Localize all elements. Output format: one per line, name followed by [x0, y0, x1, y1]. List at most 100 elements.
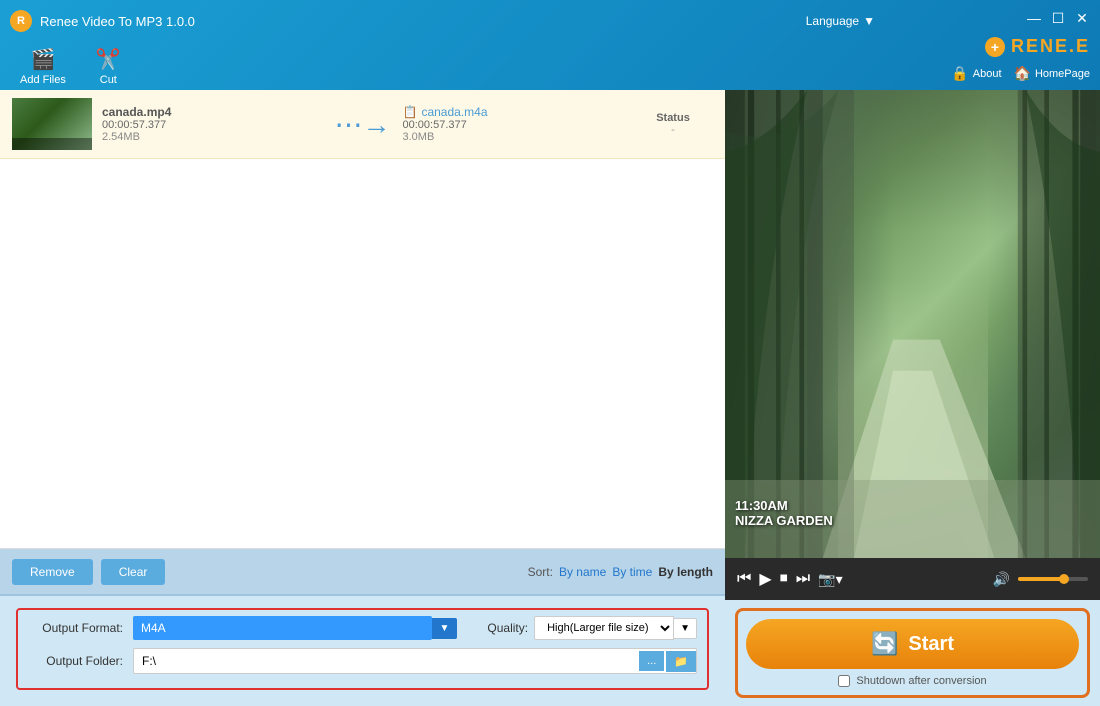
thumb-overlay — [12, 138, 92, 150]
input-file-duration: 00:00:57.377 — [102, 119, 323, 131]
output-file-info: 📋 canada.m4a 00:00:57.377 3.0MB — [403, 105, 624, 143]
table-row: canada.mp4 00:00:57.377 2.54MB ⋯→ 📋 cana… — [0, 90, 725, 159]
folder-settings-row: Output Folder: ... 📁 — [28, 648, 697, 674]
format-arrow-icon: ▼ — [432, 618, 458, 639]
format-row: Output Format: M4A MP3 AAC WAV FLAC ▼ Qu… — [16, 608, 709, 690]
folder-input-container: ... 📁 — [133, 648, 697, 674]
input-file-name: canada.mp4 — [102, 105, 323, 119]
add-files-button[interactable]: 🎬 Add Files — [20, 47, 66, 86]
bottom-controls: Remove Clear Sort: By name By time By le… — [0, 549, 725, 594]
maximize-button[interactable]: ☐ — [1050, 10, 1066, 26]
volume-thumb — [1059, 574, 1069, 584]
about-icon: 🔒 — [951, 65, 968, 82]
skip-forward-button[interactable]: ⏭ — [796, 570, 810, 588]
browse-button[interactable]: ... — [639, 651, 664, 671]
app-logo: R — [10, 10, 32, 32]
file-icon: 📋 — [403, 105, 418, 119]
homepage-button[interactable]: 🏠 HomePage — [1014, 65, 1090, 82]
refresh-icon: 🔄 — [871, 631, 898, 657]
volume-icon: 🔊 — [993, 571, 1010, 588]
format-select-container: M4A MP3 AAC WAV FLAC ▼ — [133, 616, 457, 640]
quality-area: Quality: High(Larger file size) Medium L… — [487, 616, 697, 640]
output-format-label: Output Format: — [28, 621, 123, 635]
clear-button[interactable]: Clear — [101, 559, 166, 585]
window-controls: — ☐ ✕ — [1026, 10, 1090, 26]
about-label: About — [973, 68, 1002, 80]
sort-area: Sort: By name By time By length — [528, 565, 713, 579]
video-location-text: NIZZA GARDEN — [735, 513, 833, 528]
input-file-size: 2.54MB — [102, 131, 323, 143]
video-scene-svg — [725, 90, 1100, 558]
shutdown-row: Shutdown after conversion — [838, 675, 986, 687]
cut-button[interactable]: ✂️ Cut — [96, 47, 121, 86]
volume-slider[interactable] — [1018, 577, 1088, 581]
shutdown-checkbox[interactable] — [838, 675, 850, 687]
stop-button[interactable]: ⏹ — [780, 570, 788, 588]
video-preview: 11:30AM NIZZA GARDEN — [725, 90, 1100, 558]
start-button[interactable]: 🔄 Start — [746, 619, 1079, 669]
right-panel: 11:30AM NIZZA GARDEN ⏮ ▶ ⏹ ⏭ 📷▾ 🔊 — [725, 90, 1100, 706]
video-section: 11:30AM NIZZA GARDEN ⏮ ▶ ⏹ ⏭ 📷▾ 🔊 — [725, 90, 1100, 600]
status-badge: - — [633, 124, 713, 136]
sort-label: Sort: — [528, 565, 553, 579]
status-label: Status — [633, 112, 713, 124]
rene-brand: + RENE.E — [985, 36, 1090, 57]
folder-input[interactable] — [134, 649, 639, 673]
language-btn[interactable]: Language ▼ — [806, 14, 875, 28]
titlebar: R Renee Video To MP3 1.0.0 Language ▼ — [0, 0, 915, 42]
nav-links: 🔒 About 🏠 HomePage — [951, 65, 1090, 82]
sort-by-length-link[interactable]: By length — [658, 565, 713, 579]
about-button[interactable]: 🔒 About — [951, 65, 1001, 82]
header: R Renee Video To MP3 1.0.0 Language ▼ 🎬 … — [0, 0, 1100, 90]
video-overlay-text: 11:30AM NIZZA GARDEN — [735, 498, 833, 528]
output-file-duration: 00:00:57.377 — [403, 119, 624, 131]
settings-panel: Output Format: M4A MP3 AAC WAV FLAC ▼ Qu… — [0, 594, 725, 706]
media-controls: ⏮ ▶ ⏹ ⏭ 📷▾ 🔊 — [725, 558, 1100, 600]
right-arrow-icon: ⋯→ — [335, 108, 391, 141]
video-time-text: 11:30AM — [735, 498, 833, 513]
add-files-label: Add Files — [20, 74, 66, 86]
format-settings-row: Output Format: M4A MP3 AAC WAV FLAC ▼ Qu… — [28, 616, 697, 640]
minimize-button[interactable]: — — [1026, 10, 1042, 26]
volume-fill — [1018, 577, 1064, 581]
file-thumbnail — [12, 98, 92, 150]
cut-label: Cut — [100, 74, 117, 86]
add-files-icon: 🎬 — [30, 47, 55, 72]
sort-by-time-link[interactable]: By time — [612, 565, 652, 579]
cut-icon: ✂️ — [96, 47, 121, 72]
input-file-info: canada.mp4 00:00:57.377 2.54MB — [102, 105, 323, 143]
output-file-name: 📋 canada.m4a — [403, 105, 624, 119]
close-button[interactable]: ✕ — [1074, 10, 1090, 26]
start-section: 🔄 Start Shutdown after conversion — [725, 600, 1100, 706]
quality-select[interactable]: High(Larger file size) Medium Low — [534, 616, 674, 640]
home-icon: 🏠 — [1014, 65, 1031, 82]
output-file-size: 3.0MB — [403, 131, 624, 143]
open-folder-button[interactable]: 📁 — [666, 651, 696, 672]
remove-button[interactable]: Remove — [12, 559, 93, 585]
start-label: Start — [908, 633, 954, 656]
quality-arrow-icon: ▼ — [674, 618, 697, 639]
file-list: canada.mp4 00:00:57.377 2.54MB ⋯→ 📋 cana… — [0, 90, 725, 549]
homepage-label: HomePage — [1035, 68, 1090, 80]
header-left: R Renee Video To MP3 1.0.0 Language ▼ 🎬 … — [0, 0, 915, 90]
quality-select-container: High(Larger file size) Medium Low ▼ — [534, 616, 697, 640]
brand-name: RENE.E — [1011, 36, 1090, 57]
quality-label: Quality: — [487, 621, 528, 635]
language-arrow-icon: ▼ — [863, 14, 875, 28]
rene-plus-icon: + — [985, 37, 1005, 57]
main-layout: canada.mp4 00:00:57.377 2.54MB ⋯→ 📋 cana… — [0, 90, 1100, 706]
play-button[interactable]: ▶ — [759, 569, 771, 589]
status-area: Status - — [633, 112, 713, 136]
shutdown-label: Shutdown after conversion — [856, 675, 986, 687]
skip-back-button[interactable]: ⏮ — [737, 570, 751, 588]
format-select[interactable]: M4A MP3 AAC WAV FLAC — [133, 616, 432, 640]
left-panel: canada.mp4 00:00:57.377 2.54MB ⋯→ 📋 cana… — [0, 90, 725, 706]
toolbar: 🎬 Add Files ✂️ Cut — [0, 42, 915, 90]
sort-by-name-link[interactable]: By name — [559, 565, 606, 579]
screenshot-button[interactable]: 📷▾ — [818, 571, 842, 588]
app-title: Renee Video To MP3 1.0.0 — [40, 14, 195, 29]
start-button-wrapper: 🔄 Start Shutdown after conversion — [735, 608, 1090, 698]
output-name-text: canada.m4a — [421, 105, 487, 119]
output-folder-label: Output Folder: — [28, 654, 123, 668]
convert-arrow: ⋯→ — [333, 108, 393, 141]
